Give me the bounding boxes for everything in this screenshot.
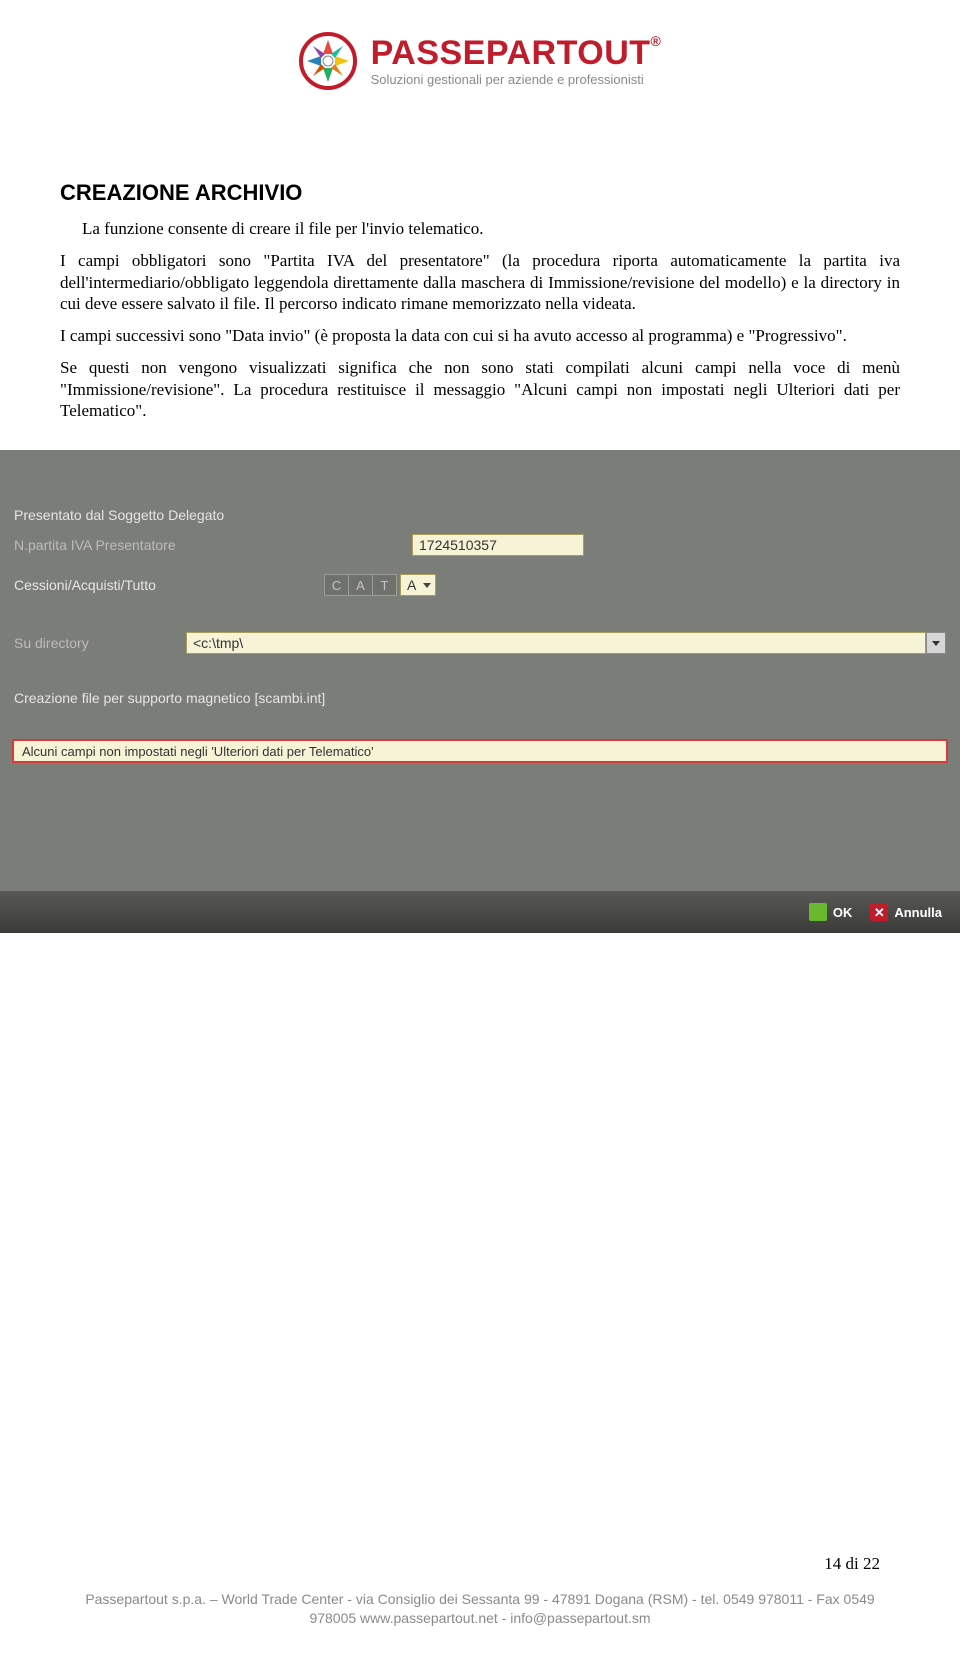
paragraph: Se questi non vengono visualizzati signi…: [60, 357, 900, 422]
presentato-label: Presentato dal Soggetto Delegato: [14, 507, 224, 523]
annulla-label: Annulla: [894, 905, 942, 920]
cat-select[interactable]: A: [400, 574, 436, 596]
directory-input[interactable]: [186, 632, 926, 654]
cat-select-value: A: [407, 577, 416, 593]
document-footer: Passepartout s.p.a. – World Trade Center…: [0, 1590, 960, 1628]
creazione-label: Creazione file per supporto magnetico [s…: [14, 690, 325, 706]
directory-row: Su directory: [0, 629, 960, 657]
app-screenshot: Presentato dal Soggetto Delegato N.parti…: [0, 450, 960, 933]
close-icon: ✕: [870, 903, 888, 921]
logo-wordmark: PASSEPARTOUT®: [371, 36, 662, 70]
error-message-text: Alcuni campi non impostati negli 'Ulteri…: [22, 744, 374, 759]
cat-option-a[interactable]: A: [348, 574, 373, 596]
paragraph: La funzione consente di creare il file p…: [60, 218, 900, 240]
ok-button[interactable]: OK: [805, 898, 861, 926]
iva-label: N.partita IVA Presentatore: [14, 537, 412, 553]
section-body: La funzione consente di creare il file p…: [60, 218, 900, 422]
footer-line-1: Passepartout s.p.a. – World Trade Center…: [0, 1590, 960, 1609]
screenshot-footer: OK ✕ Annulla: [0, 891, 960, 933]
logo-tagline: Soluzioni gestionali per aziende e profe…: [371, 73, 662, 86]
ok-label: OK: [833, 905, 853, 920]
section-heading: CREAZIONE ARCHIVIO: [60, 180, 900, 206]
error-message-bar: Alcuni campi non impostati negli 'Ulteri…: [12, 739, 948, 763]
cessioni-label: Cessioni/Acquisti/Tutto: [14, 577, 324, 593]
page-number: 14 di 22: [824, 1554, 880, 1574]
iva-input[interactable]: [412, 534, 584, 556]
directory-dropdown-icon[interactable]: [926, 632, 946, 654]
footer-line-2: 978005 www.passepartout.net - info@passe…: [0, 1609, 960, 1628]
cat-option-t[interactable]: T: [372, 574, 397, 596]
cat-option-c[interactable]: C: [324, 574, 349, 596]
creazione-row: Creazione file per supporto magnetico [s…: [0, 685, 960, 711]
ok-icon: [809, 903, 827, 921]
passepartout-icon: [299, 32, 357, 90]
presentato-row: Presentato dal Soggetto Delegato: [0, 502, 960, 528]
directory-label: Su directory: [14, 635, 186, 651]
cessioni-row: Cessioni/Acquisti/Tutto C A T A: [0, 571, 960, 599]
brand-logo: PASSEPARTOUT® Soluzioni gestionali per a…: [60, 32, 900, 90]
paragraph: I campi obbligatori sono "Partita IVA de…: [60, 250, 900, 315]
paragraph: I campi successivi sono "Data invio" (è …: [60, 325, 900, 347]
iva-row: N.partita IVA Presentatore: [0, 531, 960, 559]
annulla-button[interactable]: ✕ Annulla: [866, 898, 950, 926]
